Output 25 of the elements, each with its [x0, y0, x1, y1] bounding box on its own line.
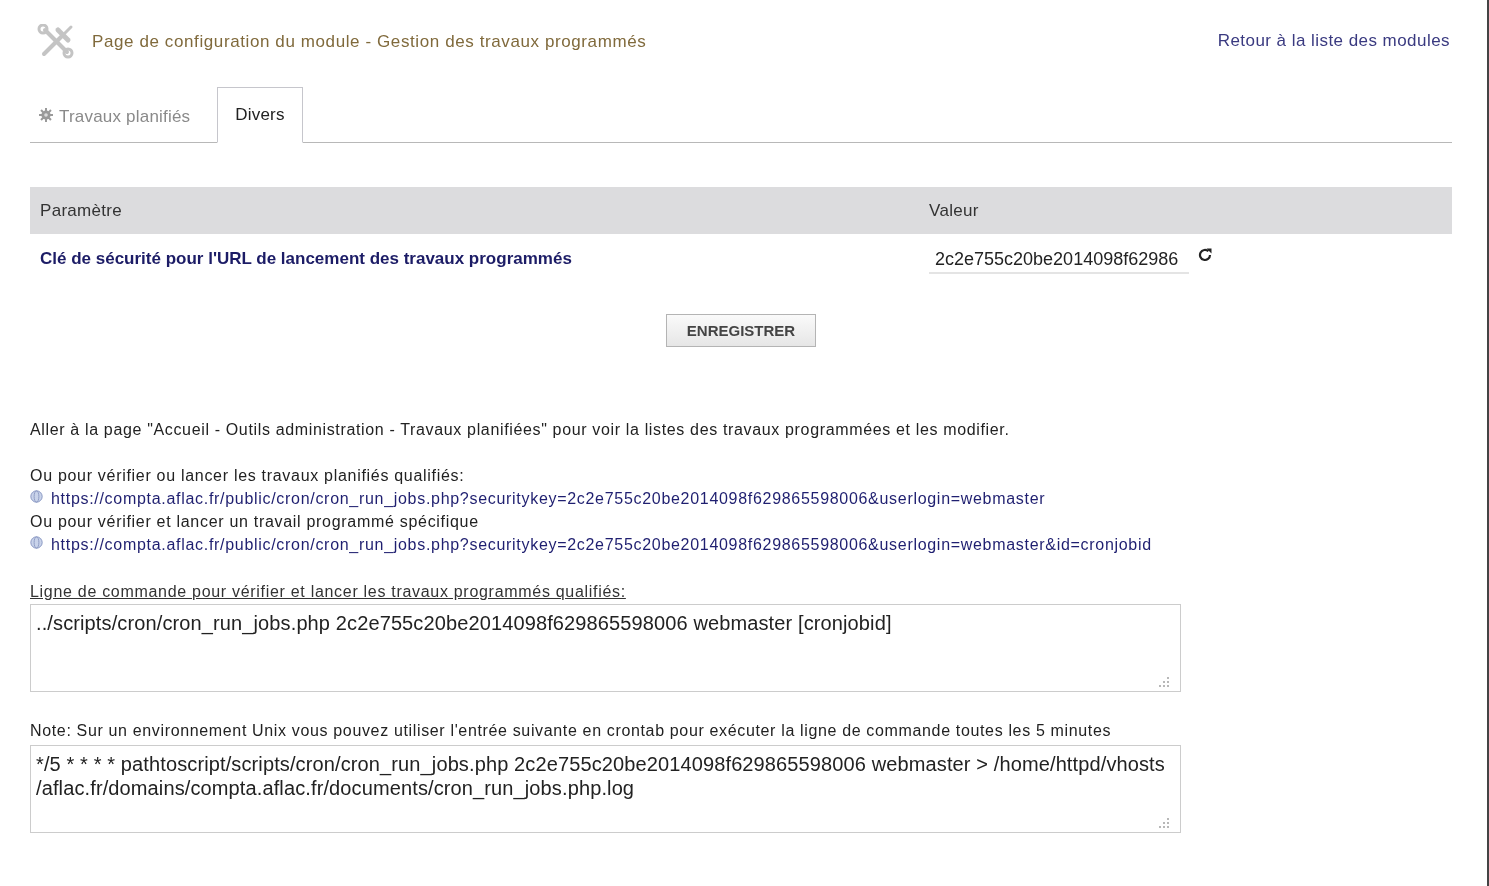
back-link[interactable]: Retour à la liste des modules [1217, 31, 1450, 51]
gear-icon [39, 107, 53, 122]
column-header: Valeur [928, 200, 980, 221]
refresh-icon [1197, 247, 1213, 263]
url-link[interactable]: https://compta.aflac.fr/public/cron/cron_run_jobs.php?securitykey=2c2e755c20be2014098f629865598006&userlogin=webmaster&id=cronjobid [51, 533, 1152, 556]
command-label: Ligne de commande pour vérifier et lancer les travaux programmés qualifiés: [30, 582, 626, 602]
parameter-label: Clé de sécurité pour l'URL de lancement des travaux programmés [39, 249, 573, 269]
crontab-text-area[interactable]: */5 * * * * pathtoscript/scripts/cron/cron_run_jobs.php 2c2e755c20be2014098f629865598006 webmaster > /home/httpd/vhosts /aflac.fr/domains/compta.aflac.fr/documents/cron_run_jobs.php.log [30, 745, 1181, 833]
tab[interactable]: Divers [217, 87, 303, 143]
globe-icon [30, 489, 43, 503]
info-text: Ou pour vérifier ou lancer les travaux planifiés qualifiés: [30, 466, 465, 486]
save-button[interactable]: ENREGISTRER [666, 314, 816, 347]
column-header: Paramètre [39, 200, 124, 221]
crontab-note: Note: Sur un environnement Unix vous pouvez utiliser l'entrée suivante en crontab pour exécuter la ligne de commande toutes les 5 minutes [30, 721, 1112, 741]
url-link[interactable]: https://compta.aflac.fr/public/cron/cron_run_jobs.php?securitykey=2c2e755c20be2014098f629865598006&userlogin=webmaster [51, 487, 1046, 510]
security-key-field[interactable]: 2c2e755c20be2014098f62986 [929, 244, 1189, 274]
page-title: Page de configuration du module - Gestion des travaux programmés [92, 32, 647, 52]
resize-grip-icon [1159, 818, 1169, 828]
globe-icon [30, 535, 43, 549]
tools-icon [36, 24, 76, 60]
info-text: Ou pour vérifier et lancer un travail programmé spécifique [30, 512, 479, 532]
command-text-area[interactable]: ../scripts/cron/cron_run_jobs.php 2c2e755c20be2014098f629865598006 webmaster [cronjobid] [30, 604, 1181, 692]
tab[interactable]: Travaux planifiés [30, 89, 208, 143]
info-text: Aller à la page "Accueil - Outils administration - Travaux planifiées" pour voir la listes des travaux programmées et les modifier. [30, 420, 1011, 440]
resize-grip-icon [1159, 677, 1169, 687]
